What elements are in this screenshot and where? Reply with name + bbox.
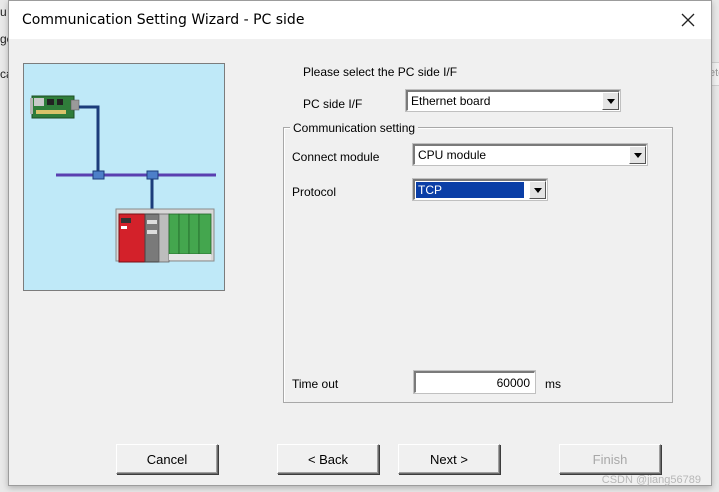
pc-side-if-dropdown-button[interactable] <box>602 92 619 110</box>
plc-rack-icon <box>115 208 215 263</box>
communication-setting-dialog: Communication Setting Wizard - PC side P… <box>8 0 712 486</box>
next-button[interactable]: Next > <box>398 444 500 474</box>
title-bar: Communication Setting Wizard - PC side <box>9 1 711 39</box>
connect-module-label: Connect module <box>292 150 380 164</box>
communication-setting-group <box>283 127 673 403</box>
timeout-unit: ms <box>545 377 561 391</box>
connect-module-dropdown-button[interactable] <box>629 146 646 164</box>
ethernet-board-icon <box>30 95 80 119</box>
communication-setting-title: Communication setting <box>290 121 419 135</box>
protocol-label: Protocol <box>292 185 337 199</box>
finish-button[interactable]: Finish <box>559 444 661 474</box>
protocol-select[interactable]: TCP <box>412 178 548 201</box>
timeout-input[interactable] <box>413 370 536 394</box>
cancel-button[interactable]: Cancel <box>116 444 218 474</box>
prompt-text: Please select the PC side I/F <box>303 65 458 79</box>
close-button[interactable] <box>665 1 711 39</box>
connect-module-value: CPU module <box>418 148 487 162</box>
protocol-value: TCP <box>416 182 524 198</box>
chevron-down-icon <box>633 152 642 158</box>
protocol-dropdown-button[interactable] <box>529 181 546 199</box>
close-icon <box>681 13 695 27</box>
chevron-down-icon <box>533 187 542 193</box>
pc-side-if-label: PC side I/F <box>303 97 363 111</box>
pc-side-if-select[interactable]: Ethernet board <box>405 89 621 112</box>
connect-module-select[interactable]: CPU module <box>412 143 648 166</box>
network-diagram-icon <box>30 95 216 263</box>
dialog-title: Communication Setting Wizard - PC side <box>22 12 305 28</box>
timeout-label: Time out <box>292 377 339 391</box>
pc-side-if-value: Ethernet board <box>411 94 491 108</box>
back-button[interactable]: < Back <box>277 444 379 474</box>
chevron-down-icon <box>606 98 615 104</box>
bg-window-text-1: u <box>0 5 7 19</box>
watermark-text: CSDN @jiang56789 <box>601 474 701 486</box>
network-illustration <box>23 63 225 291</box>
